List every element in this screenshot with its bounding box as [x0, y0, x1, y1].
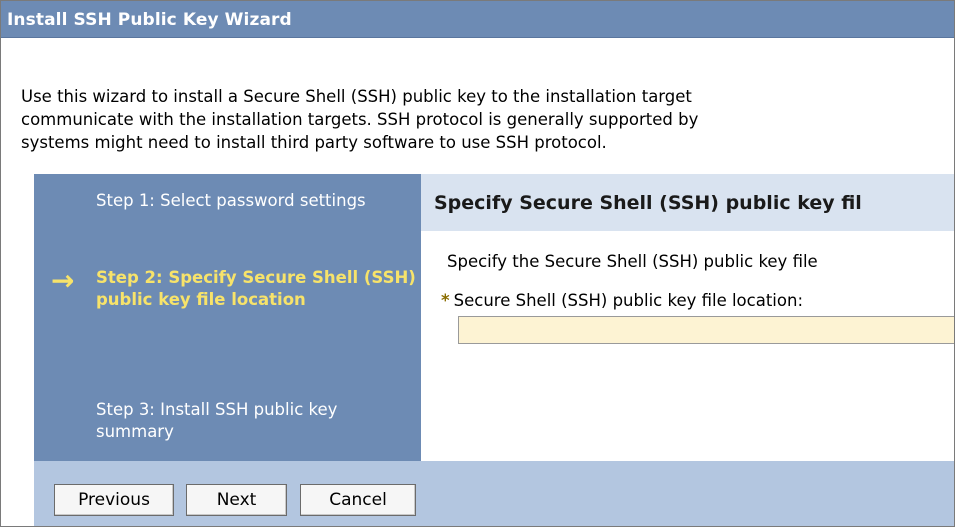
step-item-select-password: Step 1: Select password settings	[96, 191, 366, 210]
wizard-title-bar: Install SSH Public Key Wizard	[1, 1, 954, 38]
content-header: Specify Secure Shell (SSH) public key fi…	[421, 174, 954, 231]
required-field-icon: *	[441, 291, 450, 310]
key-location-label: * Secure Shell (SSH) public key file loca…	[441, 291, 803, 310]
previous-button[interactable]: Previous	[54, 484, 174, 516]
wizard-window: Install SSH Public Key Wizard Use this w…	[0, 0, 955, 527]
wizard-title: Install SSH Public Key Wizard	[7, 10, 292, 30]
steps-panel: Step 1: Select password settings → Step …	[34, 174, 421, 461]
next-button[interactable]: Next	[186, 484, 287, 516]
button-bar: Previous Next Cancel	[34, 461, 954, 526]
intro-line: Use this wizard to install a Secure Shel…	[21, 87, 692, 106]
cancel-button[interactable]: Cancel	[300, 484, 416, 516]
step-content: Specify Secure Shell (SSH) public key fi…	[421, 174, 954, 461]
intro-line: systems might need to install third part…	[21, 133, 607, 152]
content-title: Specify Secure Shell (SSH) public key fi…	[434, 192, 862, 214]
key-location-input[interactable]	[458, 316, 954, 344]
step-description: Specify the Secure Shell (SSH) public ke…	[447, 252, 818, 271]
key-location-label-text: Secure Shell (SSH) public key file locat…	[453, 291, 804, 310]
intro-text: Use this wizard to install a Secure Shel…	[21, 85, 954, 154]
current-step-arrow-icon: →	[51, 264, 75, 297]
step-item-install-summary: Step 3: Install SSH public key summary	[96, 400, 338, 441]
intro-line: communicate with the installation target…	[21, 110, 699, 129]
step-item-specify-key-location: Step 2: Specify Secure Shell (SSH) publi…	[96, 268, 416, 309]
